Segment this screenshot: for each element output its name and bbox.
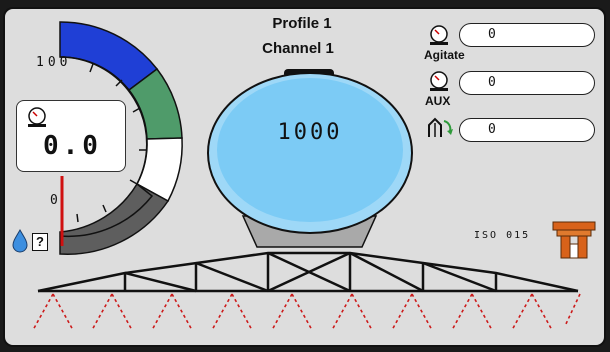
boom-truss	[37, 251, 579, 293]
pressure-value: 0.0	[43, 131, 102, 161]
tank-volume-value: 1000	[277, 120, 343, 145]
tank-graphic	[207, 69, 413, 248]
gauge-scale-max: 100	[36, 55, 72, 70]
gauge-scale-min: 0	[50, 193, 58, 208]
aux-value-field[interactable]: 0	[459, 71, 595, 95]
nozzle-icon	[552, 221, 596, 259]
gauge-and-boom-graphics	[12, 21, 596, 331]
gauge-band-dark	[59, 182, 170, 255]
water-drop-icon	[12, 228, 28, 253]
agitate-label: Agitate	[424, 48, 465, 62]
sprayer-screen: Profile 1 Channel 1 100 0 0.0 ? 1000 Agi…	[0, 0, 610, 352]
pressure-readout-box[interactable]: 0.0	[16, 100, 126, 172]
flow-value-field[interactable]: 0	[459, 118, 595, 142]
aux-gauge-icon	[430, 71, 448, 91]
spray-patterns	[32, 293, 581, 331]
nozzle-size-label: ISO 015	[474, 230, 531, 241]
aux-label: AUX	[425, 94, 451, 108]
agitate-gauge-icon	[430, 25, 448, 45]
pressure-gauge-icon	[28, 107, 46, 127]
tank-fill	[217, 78, 403, 222]
agitate-value-field[interactable]: 0	[459, 23, 595, 47]
unknown-status-badge[interactable]: ?	[32, 233, 48, 251]
flow-valve-icon	[428, 117, 453, 137]
